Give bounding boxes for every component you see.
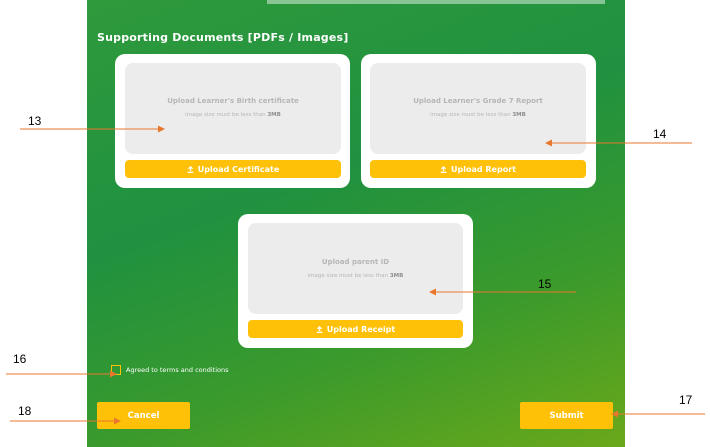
annotation-16: 16 bbox=[13, 352, 27, 366]
annotation-14: 14 bbox=[653, 127, 667, 141]
annotation-17: 17 bbox=[679, 393, 693, 407]
annotation-15: 15 bbox=[538, 277, 552, 291]
annotation-18: 18 bbox=[18, 404, 32, 418]
annotation-arrows bbox=[6, 125, 705, 425]
annotation-13: 13 bbox=[28, 114, 42, 128]
